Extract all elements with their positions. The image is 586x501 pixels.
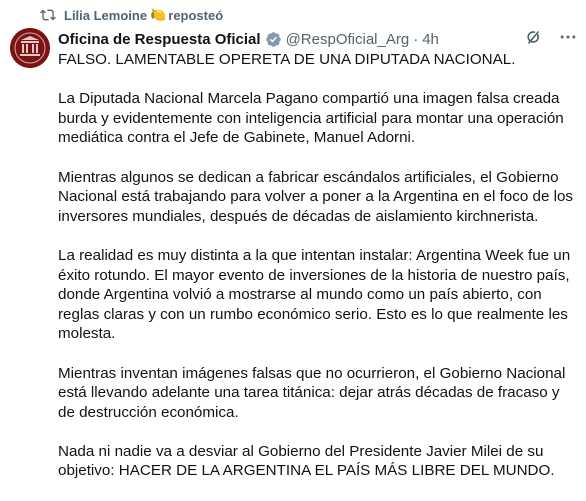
repost-context: Lilia Lemoine 🍋 reposteó xyxy=(0,4,223,26)
avatar[interactable] xyxy=(10,28,50,68)
repost-user-name[interactable]: Lilia Lemoine xyxy=(64,8,147,23)
post-text: FALSO. LAMENTABLE OPERETA DE UNA DIPUTAD… xyxy=(58,50,580,501)
post-time[interactable]: 4h xyxy=(422,31,439,48)
repost-icon xyxy=(34,7,56,23)
post-paragraph: Mientras algunos se dedican a fabricar e… xyxy=(58,168,574,225)
separator-dot: · xyxy=(413,30,419,48)
lemon-emoji: 🍋 xyxy=(150,7,167,22)
verified-badge-icon[interactable] xyxy=(265,31,282,48)
post-header: Oficina de Respuesta Oficial @RespOficia… xyxy=(58,28,586,50)
more-options-icon[interactable] xyxy=(558,27,578,51)
post-paragraph: La Diputada Nacional Marcela Pagano comp… xyxy=(58,90,564,147)
seal-icon xyxy=(10,28,50,68)
post-paragraph: FALSO. LAMENTABLE OPERETA DE UNA DIPUTAD… xyxy=(58,51,516,68)
grok-icon[interactable] xyxy=(524,27,544,51)
post-paragraph: Mientras inventan imágenes falsas que no… xyxy=(58,364,566,421)
repost-verb: reposteó xyxy=(168,7,224,23)
post-paragraph: Nada ni nadie va a desviar al Gobierno d… xyxy=(58,442,555,480)
author-name[interactable]: Oficina de Respuesta Oficial xyxy=(58,31,261,48)
header-actions xyxy=(524,28,578,50)
post-paragraph: La realidad es muy distinta a la que int… xyxy=(58,246,571,343)
author-handle[interactable]: @RespOficial_Arg xyxy=(286,31,410,48)
